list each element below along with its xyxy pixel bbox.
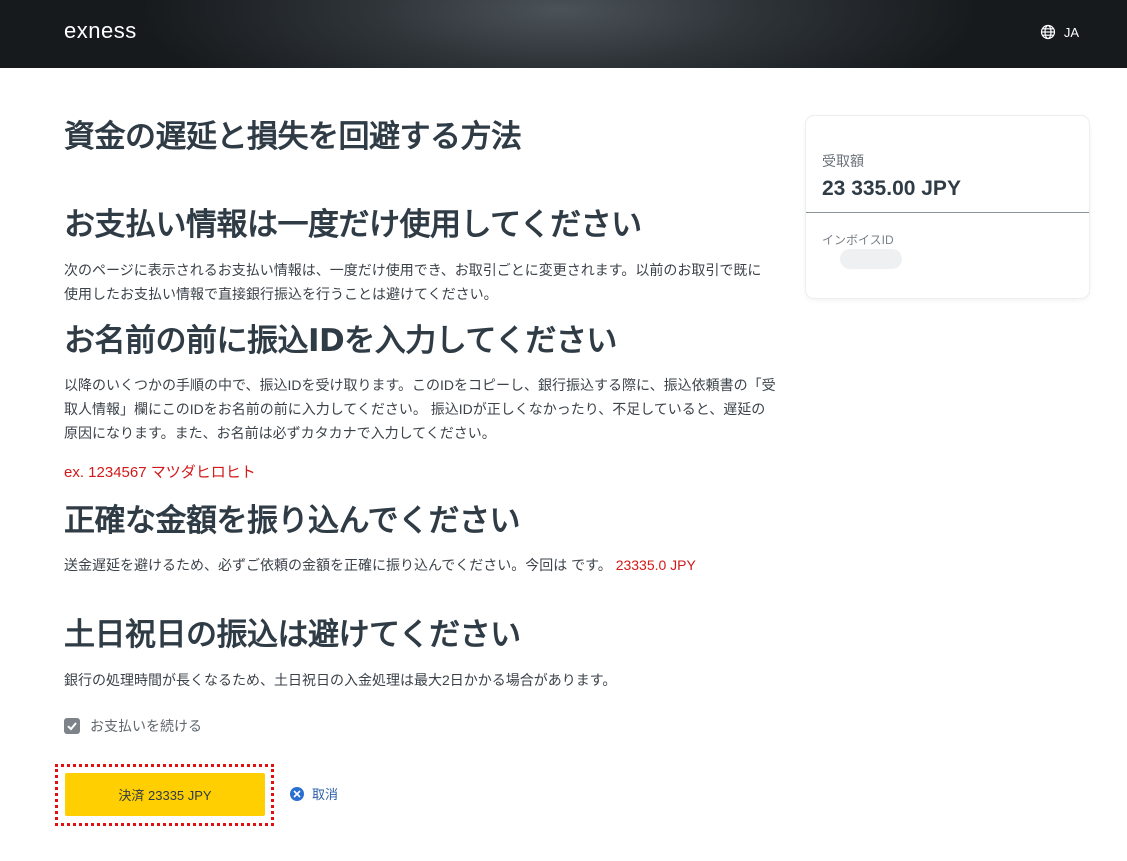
exness-logo[interactable]: exness (64, 18, 137, 44)
exact-amount-value: 23335.0 JPY (615, 557, 696, 573)
summary-divider (806, 212, 1089, 213)
main-content: 資金の遅延と損失を回避する方法 お支払い情報は一度だけ使用してください 次のペー… (55, 116, 784, 826)
cancel-label: 取消 (312, 787, 339, 802)
language-code: JA (1063, 24, 1079, 40)
continue-payment-label: お支払いを続ける (90, 718, 202, 734)
section-text-exact-amount: 送金遅延を避けるため、必ずご依頼の金額を正確に振り込んでください。今回は です。… (64, 553, 764, 577)
invoice-id-label: インボイスID (822, 233, 894, 247)
pay-button[interactable]: 決済 23335 JPY (65, 773, 265, 816)
close-circle-icon (290, 786, 304, 801)
amount-value: 23 335.00 JPY (822, 177, 961, 200)
section-title-exact-amount: 正確な金額を振り込んでください (64, 503, 520, 539)
section-title-single-use: お支払い情報は一度だけ使用してください (64, 207, 642, 243)
section-title-transfer-id: お名前の前に振込IDを入力してください (64, 323, 617, 359)
section-title-weekend: 土日祝日の振込は避けてください (64, 617, 521, 653)
section-text-weekend: 銀行の処理時間が長くなるため、土日祝日の入金処理は最大2日かかる場合があります。 (64, 672, 617, 688)
cancel-button[interactable]: 取消 (290, 784, 338, 803)
exact-amount-text: 送金遅延を避けるため、必ずご依頼の金額を正確に振り込んでください。今回は です。 (64, 557, 612, 573)
transfer-id-example: ex. 1234567 マツダヒロヒト (64, 464, 256, 481)
continue-payment-checkbox[interactable]: お支払いを続ける (64, 716, 202, 736)
section-text-transfer-id: 以降のいくつかの手順の中で、振込IDを受け取ります。このIDをコピーし、銀行振込… (64, 377, 776, 441)
invoice-id-placeholder (840, 249, 902, 269)
payment-summary-card: 受取額 23 335.00 JPY インボイスID (806, 116, 1089, 298)
top-header: exness JA (0, 0, 1127, 68)
section-text-single-use: 次のページに表示されるお支払い情報は、一度だけ使用でき、お取引ごとに変更されます… (64, 262, 762, 302)
page-title: 資金の遅延と損失を回避する方法 (64, 119, 522, 155)
checkbox-checked-icon[interactable] (64, 718, 80, 734)
pay-button-highlight: 決済 23335 JPY (55, 764, 274, 826)
language-selector[interactable]: JA (1040, 22, 1079, 42)
amount-label: 受取額 (822, 153, 864, 169)
globe-icon (1040, 24, 1056, 40)
